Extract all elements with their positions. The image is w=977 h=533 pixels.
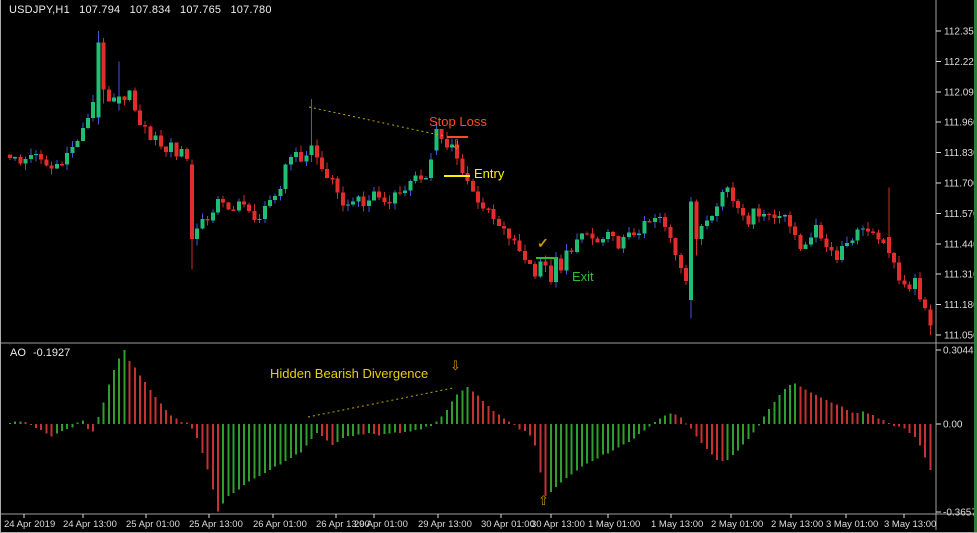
time-axis-label: 25 Apr 13:00 [189, 519, 243, 530]
candlestick-series[interactable] [8, 31, 933, 335]
time-axis-label: 24 Apr 2019 [4, 519, 55, 530]
low-value: 107.765 [180, 4, 222, 16]
price-axis-label: 112.220 [944, 57, 977, 68]
price-axis[interactable]: 112.350 112.220 112.090 111.960 111.830 111.7… [936, 27, 977, 342]
indicator-name: AO [10, 347, 26, 359]
exit-line[interactable] [536, 257, 558, 259]
time-axis-label: 29 Apr 13:00 [418, 519, 472, 530]
ao-histogram[interactable] [9, 350, 932, 512]
chart-title: USDJPY,H1 107.794 107.834 107.765 107.78… [9, 4, 278, 16]
time-axis[interactable]: 24 Apr 2019 24 Apr 13:00 25 Apr 01:00 25 Ap… [4, 514, 936, 530]
chart-window: 112.350 112.220 112.090 111.960 111.830 111.7… [0, 0, 977, 533]
time-axis-label: 30 Apr 13:00 [531, 519, 585, 530]
indicator-axis-label: 0.00 [943, 420, 963, 431]
time-axis-label: 2 May 13:00 [771, 519, 823, 530]
time-axis-label: 29 Apr 01:00 [354, 519, 408, 530]
indicator-title: AO -0.1927 [10, 347, 74, 359]
down-arrow-icon[interactable]: ⇩ [451, 138, 462, 151]
indicator-axis[interactable]: 0.3044 0.00 -0.3657 [936, 346, 977, 519]
indicator-value: -0.1927 [32, 347, 71, 359]
open-value: 107.794 [79, 4, 121, 16]
check-icon[interactable]: ✓ [537, 236, 549, 250]
exit-label[interactable]: Exit [572, 269, 594, 284]
indicator-axis-label: -0.3657 [943, 508, 977, 519]
price-axis-label: 111.310 [944, 270, 977, 281]
divergence-label[interactable]: Hidden Bearish Divergence [270, 366, 428, 381]
price-axis-label: 112.090 [944, 87, 977, 98]
price-axis-label: 111.440 [944, 239, 977, 250]
time-axis-label: 3 May 13:00 [884, 519, 936, 530]
close-value: 107.780 [230, 4, 272, 16]
stop-loss-label[interactable]: Stop Loss [429, 114, 487, 129]
price-axis-label: 111.700 [944, 179, 977, 190]
down-arrow-icon[interactable]: ⇩ [450, 359, 461, 372]
symbol-period-label: USDJPY,H1 [9, 4, 70, 16]
entry-line[interactable] [444, 175, 470, 177]
entry-label[interactable]: Entry [474, 166, 504, 181]
price-axis-label: 112.350 [944, 27, 977, 38]
up-arrow-icon[interactable]: ⇧ [538, 494, 549, 507]
price-axis-label: 111.050 [944, 331, 977, 342]
time-axis-label: 1 May 01:00 [588, 519, 640, 530]
price-axis-label: 111.570 [944, 209, 977, 220]
time-axis-label: 1 May 13:00 [651, 519, 703, 530]
time-axis-label: 30 Apr 01:00 [481, 519, 535, 530]
time-axis-label: 2 May 01:00 [711, 519, 763, 530]
price-axis-label: 111.830 [944, 148, 977, 159]
chart-canvas[interactable]: 112.350 112.220 112.090 111.960 111.830 111.7… [1, 0, 977, 533]
panel-separators [1, 0, 977, 530]
high-value: 107.834 [129, 4, 171, 16]
indicator-axis-label: 0.3044 [943, 346, 974, 357]
price-axis-label: 111.960 [944, 118, 977, 129]
time-axis-label: 25 Apr 01:00 [126, 519, 180, 530]
time-axis-label: 3 May 01:00 [826, 519, 878, 530]
time-axis-label: 26 Apr 01:00 [253, 519, 307, 530]
time-axis-label: 24 Apr 13:00 [63, 519, 117, 530]
price-axis-label: 111.180 [944, 300, 977, 311]
